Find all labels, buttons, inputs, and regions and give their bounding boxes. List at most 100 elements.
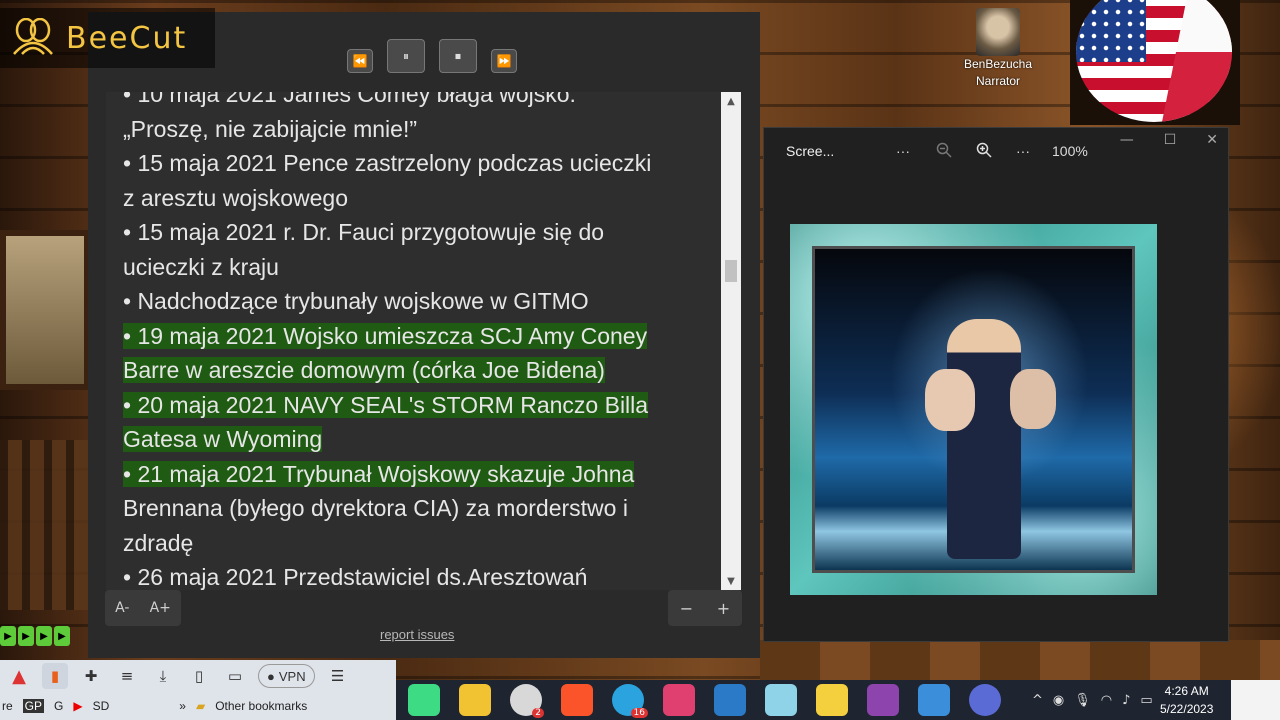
snipping-tool-icon[interactable] (663, 684, 695, 716)
forward-icon: ⏩ (496, 54, 512, 68)
reader-line-text: • 15 maja 2021 Pence zastrzelony podczas… (123, 150, 652, 176)
scroll-thumb[interactable] (725, 260, 737, 282)
beecut-taskbar-icon[interactable] (816, 684, 848, 716)
bookmark-gp[interactable]: GP (22, 699, 45, 713)
reader-line: • 21 maja 2021 Trybunał Wojskowy skazuje… (123, 457, 703, 492)
zoom-controls: − + (668, 590, 742, 626)
vpn-dot-icon: ● (267, 668, 275, 684)
reader-line-text: • 15 maja 2021 r. Dr. Fauci przygotowuje… (123, 219, 605, 245)
notification-area[interactable] (1231, 680, 1280, 720)
brave-browser-icon[interactable] (561, 684, 593, 716)
font-size-controls: A- A+ (105, 590, 181, 626)
scroll-down-icon[interactable]: ▼ (721, 572, 741, 590)
tray-overflow-icon[interactable]: ^ (1032, 693, 1043, 708)
other-bookmarks[interactable]: Other bookmarks (215, 699, 307, 713)
zoom-level[interactable]: 100% (1052, 143, 1088, 159)
narrator-avatar (976, 8, 1020, 56)
reader-line: z aresztu wojskowego (123, 181, 703, 216)
play-marker-icon: ▶ (54, 626, 70, 646)
reader-line: • 15 maja 2021 r. Dr. Fauci przygotowuje… (123, 215, 703, 250)
app-name: BeeCut (66, 20, 188, 56)
maximize-button[interactable]: ☐ (1164, 132, 1177, 148)
whatsapp-badge: 2 (532, 708, 544, 718)
reader-line: • 15 maja 2021 Pence zastrzelony podczas… (123, 146, 703, 181)
reader-line-text: • 19 maja 2021 Wojsko umieszcza SCJ Amy … (123, 322, 648, 349)
video-editor-icon[interactable] (867, 684, 899, 716)
extensions-puzzle-icon[interactable]: ✚ (78, 663, 104, 689)
narrator-role: Narrator (975, 74, 1020, 88)
reader-line-text: • 21 maja 2021 Trybunał Wojskowy skazuje… (123, 460, 635, 487)
font-decrease-button[interactable]: A- (115, 600, 129, 616)
reader-line: zdradę (123, 526, 703, 561)
volume-icon[interactable]: ♪ (1122, 693, 1130, 708)
sidebar-icon[interactable]: ▯ (186, 663, 212, 689)
reader-line-text: zdradę (123, 529, 194, 556)
telegram-icon[interactable]: 16 (612, 684, 648, 718)
reader-lines: • 10 maja 2021 James Comey błaga wojsko:… (123, 92, 703, 590)
android-app-icon[interactable] (408, 684, 440, 716)
image-figure (947, 319, 1021, 559)
reader-line-text: ucieczki z kraju (123, 253, 279, 280)
photos-icon[interactable] (918, 684, 950, 716)
playlist-icon[interactable]: ≡ (114, 663, 140, 689)
zoom-in-button[interactable]: + (717, 599, 730, 618)
brave-extension-icon[interactable]: ▮ (42, 663, 68, 689)
wallpaper-floor (760, 640, 1280, 680)
windows-taskbar: 2 16 ^ ◉ 🎙 ◠ ♪ ▭ 4:26 AM 5/22/2023 (396, 680, 1280, 720)
wifi-icon[interactable]: ◠ (1101, 693, 1112, 708)
window-controls: — ☐ ✕ (1120, 132, 1218, 148)
reader-line-text: Brennana (byłego dyrektora CIA) za morde… (123, 495, 628, 521)
report-issues-link[interactable]: report issues (380, 627, 454, 642)
wallpaper-window (0, 230, 90, 390)
bookmark-re[interactable]: re (2, 699, 13, 713)
close-button[interactable]: ✕ (1206, 132, 1218, 148)
vpn-button[interactable]: ● VPN (258, 664, 315, 688)
reader-scrollbar[interactable]: ▲ ▼ (721, 92, 741, 590)
bookmark-sd[interactable]: SD (93, 699, 110, 713)
microphone-icon[interactable]: 🎙 (1074, 693, 1091, 708)
notes-app-icon[interactable] (765, 684, 797, 716)
folder-icon[interactable]: ▰ (196, 699, 205, 713)
media-player-icon[interactable] (714, 684, 746, 716)
menu-icon[interactable]: ☰ (325, 663, 351, 689)
warning-triangle-icon[interactable]: ▲ (6, 663, 32, 689)
wallet-icon[interactable]: ▭ (222, 663, 248, 689)
reader-text-area[interactable]: • 10 maja 2021 James Comey błaga wojsko:… (106, 92, 721, 590)
taskbar-clock[interactable]: 4:26 AM 5/22/2023 (1160, 682, 1213, 718)
pause-button[interactable]: ⏸ (387, 39, 425, 73)
zoom-in-icon[interactable] (976, 142, 992, 161)
rewind-button[interactable]: ⏪ (347, 49, 373, 73)
whatsapp-icon[interactable]: 2 (510, 684, 544, 718)
view-menu-button[interactable]: ··· (1016, 143, 1030, 159)
battery-icon[interactable]: ▭ (1140, 693, 1152, 708)
reader-line-text: • 20 maja 2021 NAVY SEAL's STORM Ranczo … (123, 391, 649, 418)
stop-button[interactable]: ⏹ (439, 39, 477, 73)
photos-viewer-window: Scree... ··· ··· 100% — ☐ ✕ (763, 127, 1229, 642)
recorder-icon[interactable] (969, 684, 1001, 716)
narrator-desktop-icon[interactable]: BenBezucha Narrator (960, 8, 1036, 90)
vpn-label: VPN (278, 668, 306, 684)
more-options-button[interactable]: ··· (896, 143, 910, 159)
bookmarks-overflow-button[interactable]: » (179, 699, 186, 713)
reader-line: • 19 maja 2021 Wojsko umieszcza SCJ Amy … (123, 319, 703, 354)
beecut-logo: BeeCut (0, 8, 215, 68)
image-baby-right (1010, 369, 1056, 429)
bookmark-g[interactable]: G (54, 699, 63, 713)
zoom-out-icon[interactable] (936, 142, 952, 161)
tray-app-icon[interactable]: ◉ (1053, 693, 1064, 708)
timeline-markers: ▶ ▶ ▶ ▶ (0, 626, 70, 646)
file-explorer-icon[interactable] (459, 684, 491, 716)
reader-line: ucieczki z kraju (123, 250, 703, 285)
play-marker-icon: ▶ (18, 626, 34, 646)
reader-line: „Proszę, nie zabijajcie mnie!” (123, 112, 703, 147)
scroll-up-icon[interactable]: ▲ (721, 92, 741, 110)
reader-line: • Nadchodzące trybunały wojskowe w GITMO (123, 284, 703, 319)
youtube-icon[interactable]: ▶ (73, 699, 82, 713)
font-increase-button[interactable]: A+ (150, 600, 171, 616)
reader-line-text: Barre w areszcie domowym (córka Joe Bide… (123, 357, 605, 383)
forward-button[interactable]: ⏩ (491, 49, 517, 73)
reader-window: • 10 maja 2021 James Comey błaga wojsko:… (88, 12, 760, 658)
download-icon[interactable]: ⤓ (150, 663, 176, 689)
minimize-button[interactable]: — (1120, 132, 1134, 148)
zoom-out-button[interactable]: − (680, 599, 693, 618)
